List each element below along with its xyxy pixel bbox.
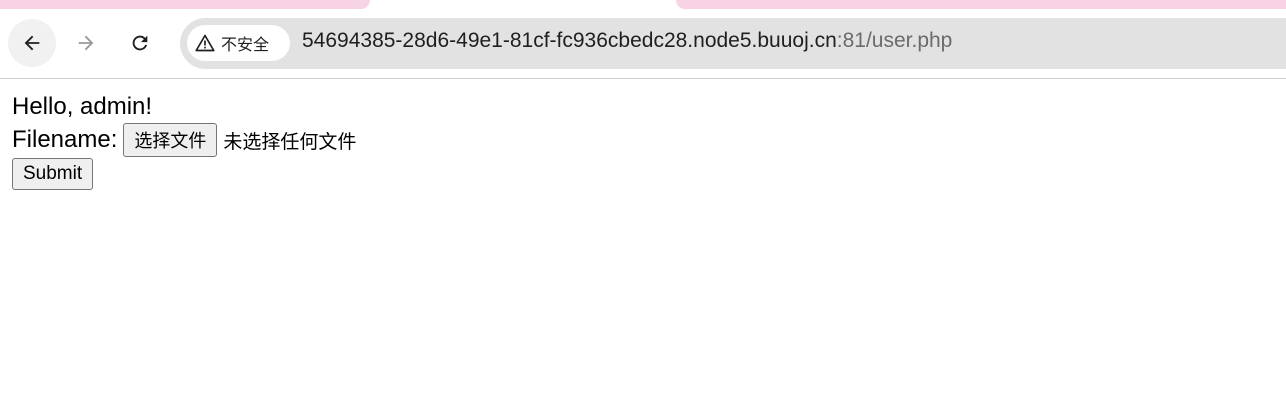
choose-file-button[interactable]: 选择文件 (123, 123, 218, 157)
greeting-text: Hello, admin! (12, 93, 153, 120)
reload-icon (132, 35, 148, 51)
back-arrow-icon (24, 35, 40, 51)
file-upload-row: Filename: 选择文件 未选择任何文件 (12, 123, 356, 157)
reload-button[interactable] (116, 19, 164, 67)
file-status-text: 未选择任何文件 (223, 130, 357, 153)
security-label: 不安全 (221, 35, 270, 54)
filename-label: Filename: (12, 126, 118, 153)
back-button[interactable] (8, 19, 56, 67)
browser-toolbar: 不安全 54694385-28d6-49e1-81cf-fc936cbedc28… (0, 9, 1286, 79)
security-chip[interactable]: 不安全 (187, 25, 290, 61)
forward-arrow-icon (78, 35, 94, 51)
url-text[interactable]: 54694385-28d6-49e1-81cf-fc936cbedc28.nod… (302, 29, 952, 53)
submit-button[interactable]: Submit (12, 158, 94, 190)
address-bar[interactable]: 不安全 54694385-28d6-49e1-81cf-fc936cbedc28… (180, 18, 1286, 69)
tab-right[interactable] (676, 0, 1286, 9)
tab-strip (0, 0, 1286, 9)
url-path: :81/user.php (836, 29, 953, 52)
url-host: 54694385-28d6-49e1-81cf-fc936cbedc28.nod… (302, 29, 837, 52)
warning-triangle-icon (195, 33, 215, 53)
tab-left[interactable] (0, 0, 370, 9)
forward-button[interactable] (62, 19, 110, 67)
browser-window: 不安全 54694385-28d6-49e1-81cf-fc936cbedc28… (0, 0, 1286, 408)
